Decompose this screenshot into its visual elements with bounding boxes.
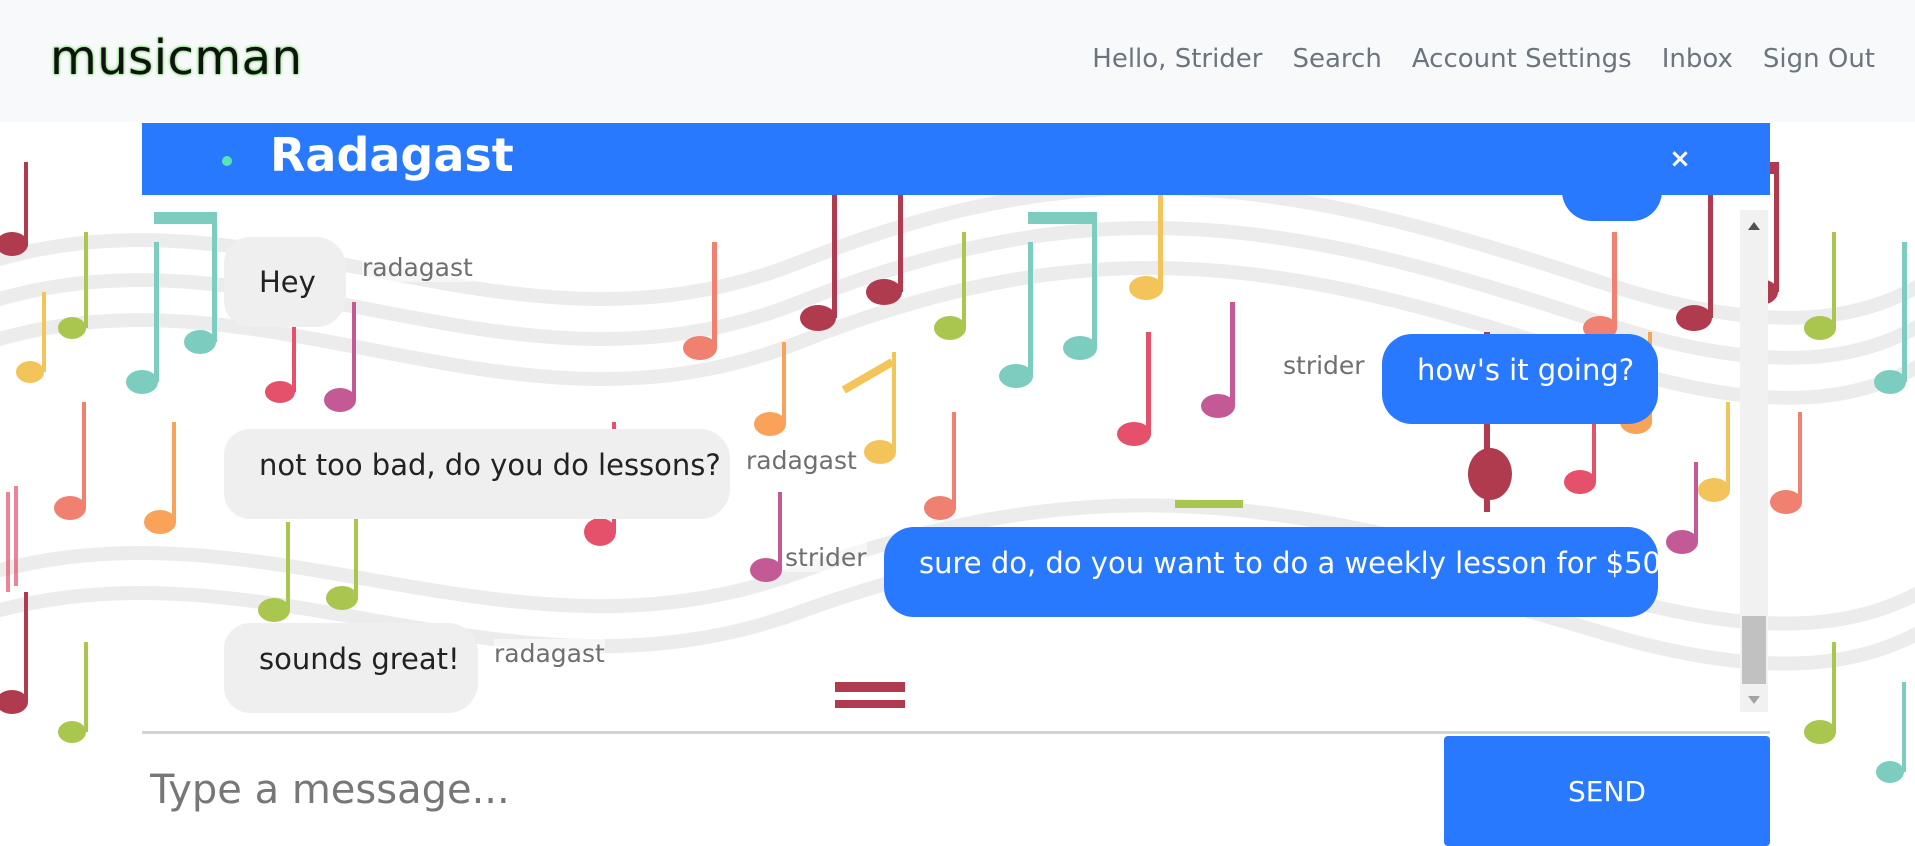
scroll-down-arrow-icon[interactable] — [1748, 696, 1760, 704]
message-list: Hey radagast strider how's it going? not… — [142, 175, 1740, 731]
message-bubble-outgoing: how's it going? — [1382, 334, 1658, 424]
message-list-scrollbar[interactable] — [1740, 210, 1768, 712]
close-icon: × — [1669, 144, 1691, 174]
message-text: Hey — [259, 264, 316, 299]
nav-links: Hello, Strider Search Account Settings I… — [1092, 44, 1875, 74]
message-sender: strider — [785, 543, 867, 572]
top-navbar: musicman Hello, Strider Search Account S… — [0, 0, 1915, 122]
message-text: sure do, do you want to do a weekly less… — [919, 546, 1677, 580]
message-input[interactable] — [142, 734, 1444, 846]
nav-account-settings-link[interactable]: Account Settings — [1412, 44, 1632, 74]
nav-inbox-link[interactable]: Inbox — [1662, 44, 1733, 74]
message-sender: radagast — [494, 639, 605, 668]
nav-greeting[interactable]: Hello, Strider — [1092, 44, 1262, 74]
chat-contact-name: Radagast — [270, 128, 514, 182]
send-button[interactable]: SEND — [1444, 736, 1770, 846]
scrollbar-thumb[interactable] — [1742, 616, 1766, 684]
close-chat-button[interactable]: × — [1665, 144, 1695, 174]
brand-logo[interactable]: musicman — [50, 30, 303, 86]
message-sender: radagast — [362, 253, 473, 282]
scroll-up-arrow-icon[interactable] — [1748, 222, 1760, 230]
nav-sign-out-link[interactable]: Sign Out — [1763, 44, 1875, 74]
message-text: how's it going? — [1417, 353, 1635, 387]
message-composer — [142, 734, 1444, 846]
message-sender: strider — [1283, 351, 1365, 380]
message-bubble-incoming: not too bad, do you do lessons? — [224, 429, 730, 519]
message-bubble-incoming: sounds great! — [224, 623, 478, 713]
message-sender: radagast — [746, 446, 857, 475]
message-text: sounds great! — [259, 642, 460, 676]
message-bubble-outgoing: sure do, do you want to do a weekly less… — [884, 527, 1676, 617]
send-button-label: SEND — [1568, 774, 1646, 808]
online-status-indicator — [222, 156, 232, 166]
message-text: not too bad, do you do lessons? — [259, 448, 721, 482]
message-bubble-incoming: Hey — [224, 237, 346, 327]
nav-search-link[interactable]: Search — [1293, 44, 1382, 74]
